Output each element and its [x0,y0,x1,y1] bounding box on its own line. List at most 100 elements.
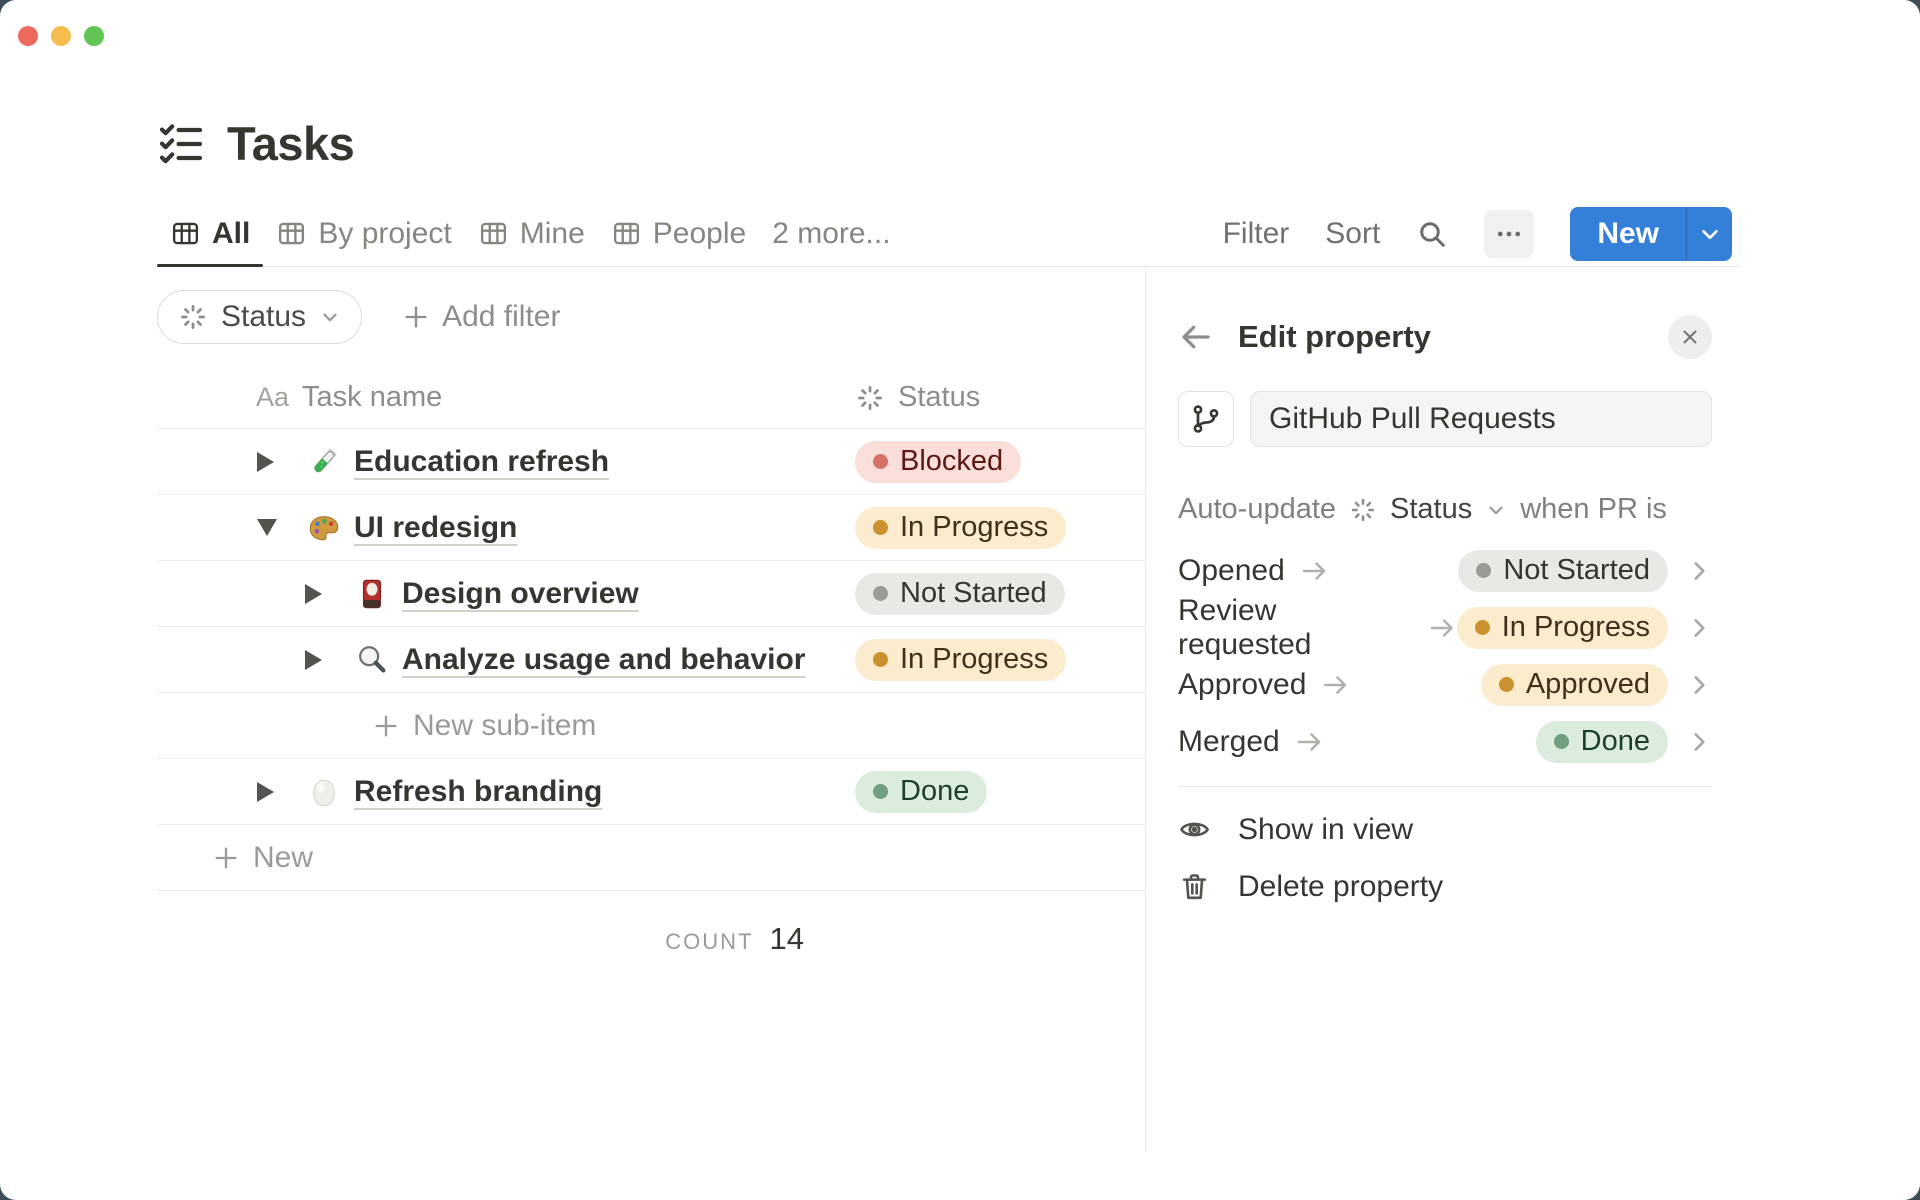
minimize-window-button[interactable] [51,26,71,46]
expand-toggle[interactable] [257,451,277,472]
table-row: Design overview Not Started [157,561,1145,627]
table-pane: Status Add filter Aa Task name Status Ed… [157,267,1146,1152]
new-sub-item-button[interactable]: New sub-item [157,709,596,743]
collapse-toggle[interactable] [257,519,277,536]
chevron-right-icon[interactable] [1686,729,1712,755]
column-header-status[interactable]: Status [855,381,980,414]
new-button[interactable]: New [1570,207,1686,261]
plus-icon [212,844,240,872]
window-controls [18,26,104,46]
chevron-right-icon[interactable] [1686,615,1712,641]
new-dropdown-button[interactable] [1686,206,1732,261]
tab-all[interactable]: All [157,201,264,267]
task-link[interactable]: Refresh branding [354,775,602,809]
status-property-icon [1349,496,1377,524]
arrow-right-icon [1427,613,1456,643]
chevron-right-icon[interactable] [1686,672,1712,698]
status-dot [873,454,888,469]
auto-update-property-select[interactable]: Status [1390,493,1472,526]
status-dot [1498,677,1514,692]
new-split-button: New [1570,206,1732,261]
new-sub-item-row: New sub-item [157,693,1145,759]
status-badge[interactable]: Done [855,770,988,813]
tab-more-views[interactable]: 2 more... [759,201,903,266]
new-task-button[interactable]: New [157,841,313,875]
table-row: Refresh branding Done [157,759,1145,825]
show-in-view-button[interactable]: Show in view [1178,801,1712,858]
status-badge[interactable]: Approved [1480,663,1668,706]
edit-property-panel: Edit property Auto-update Status [1146,267,1740,1152]
property-icon-button[interactable] [1178,391,1234,447]
status-filter-chip[interactable]: Status [157,290,363,344]
chevron-down-icon [319,306,341,328]
count-value: 14 [769,921,804,956]
plus-icon [402,303,430,331]
expand-toggle[interactable] [257,781,277,802]
table-view-icon [478,218,509,249]
table-row: UI redesign In Progress [157,495,1145,561]
arrow-right-icon [1294,727,1324,757]
toolbar-actions: Filter Sort New [1223,206,1740,261]
task-link[interactable]: UI redesign [354,511,517,545]
plus-icon [372,712,400,740]
tab-mine[interactable]: Mine [465,201,598,266]
tab-by-project[interactable]: By project [263,201,464,266]
egg-icon [307,775,341,809]
property-name-row [1178,391,1712,447]
more-options-button[interactable] [1484,209,1535,258]
chevron-right-icon[interactable] [1686,558,1712,584]
mapping-row-review-requested: Review requested In Progress [1178,594,1712,661]
table-view-icon [611,218,642,249]
task-link[interactable]: Education refresh [354,445,609,479]
column-header-task-name[interactable]: Aa Task name [157,381,855,414]
status-badge[interactable]: Not Started [1458,549,1668,592]
panel-header: Edit property [1178,315,1712,359]
back-arrow-icon[interactable] [1178,319,1214,355]
text-property-icon: Aa [256,382,290,412]
status-badge[interactable]: Done [1535,720,1668,763]
app-window: Tasks All By project Mine People 2 more.… [0,0,1920,1200]
filter-button[interactable]: Filter [1223,217,1290,251]
expand-toggle[interactable] [305,583,325,604]
status-badge[interactable]: Blocked [855,440,1022,483]
delete-property-button[interactable]: Delete property [1178,858,1712,915]
mapping-row-approved: Approved Approved [1178,656,1712,713]
page-title: Tasks [227,117,355,170]
tab-people[interactable]: People [598,201,759,266]
status-badge[interactable]: Not Started [855,572,1065,615]
new-row: New [157,825,1145,891]
panel-title: Edit property [1238,319,1431,354]
pr-status-mappings: Opened Not Started Review requested In P… [1178,542,1712,770]
status-dot [873,586,888,601]
add-filter-button[interactable]: Add filter [402,300,560,334]
zoom-window-button[interactable] [84,26,104,46]
chevron-down-icon[interactable] [1485,499,1507,521]
close-panel-button[interactable] [1668,315,1712,359]
status-badge[interactable]: In Progress [855,506,1067,549]
property-name-input[interactable] [1250,391,1712,447]
expand-toggle[interactable] [305,649,325,670]
trash-icon [1178,870,1211,903]
sort-button[interactable]: Sort [1325,217,1380,251]
close-window-button[interactable] [18,26,38,46]
flower-card-icon [355,577,389,611]
count-label[interactable]: COUNT [665,929,753,955]
page-title-row: Tasks [157,116,1740,171]
view-toolbar: All By project Mine People 2 more... Fil… [157,201,1740,267]
status-property-icon [855,383,885,413]
table-row: Education refresh Blocked [157,429,1145,495]
mapping-row-opened: Opened Not Started [1178,542,1712,599]
arrow-right-icon [1320,670,1350,700]
auto-update-setting: Auto-update Status when PR is [1178,493,1667,526]
status-badge[interactable]: In Progress [1456,606,1668,649]
artist-palette-icon [307,511,341,545]
task-link[interactable]: Analyze usage and behavior [402,643,805,677]
chevron-down-icon [1697,221,1723,247]
arrow-right-icon [1299,556,1329,586]
status-dot [1476,563,1492,578]
search-icon[interactable] [1416,218,1448,250]
task-link[interactable]: Design overview [402,577,639,611]
status-badge[interactable]: In Progress [855,638,1067,681]
panel-actions: Show in view Delete property [1178,801,1712,915]
eye-icon [1178,813,1211,846]
